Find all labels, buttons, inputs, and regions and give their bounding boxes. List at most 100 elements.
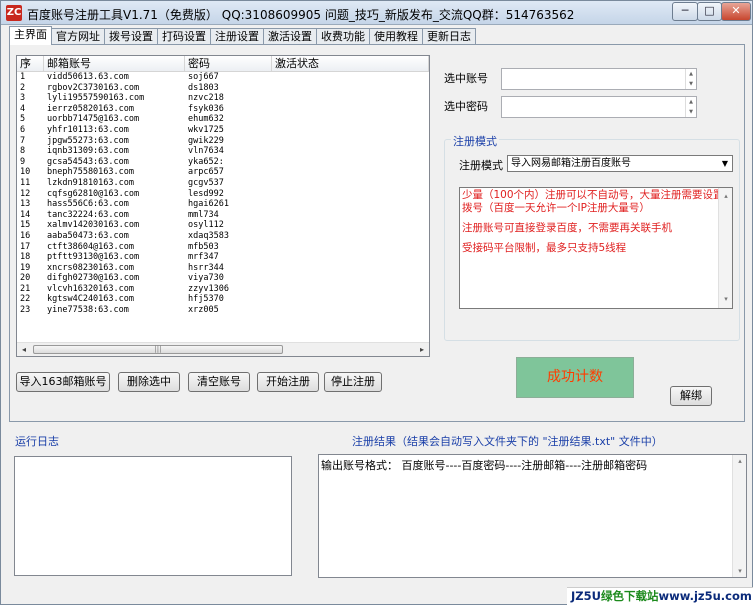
account-list[interactable]: 序 邮箱账号 密码 激活状态 1 vidd50613.63.com soj667 2 r… — [16, 55, 430, 357]
table-row[interactable]: 17 ctft38604@163.com mfb503 — [17, 242, 429, 253]
tab-tutorial[interactable]: 使用教程 — [369, 28, 423, 45]
close-button[interactable]: ✕ — [721, 2, 751, 21]
row-email: ptftt93130@163.com — [47, 252, 140, 263]
row-password: fsyk036 — [188, 103, 224, 114]
row-index: 20 — [20, 273, 31, 284]
row-index: 17 — [20, 241, 31, 252]
main-panel: 序 邮箱账号 密码 激活状态 1 vidd50613.63.com soj667 2 r… — [9, 44, 745, 422]
table-row[interactable]: 22 kgtsw4C240163.com hfj5370 — [17, 294, 429, 305]
row-activation — [272, 220, 429, 231]
column-header-index[interactable]: 序 — [17, 56, 44, 72]
row-password: xdaq3583 — [188, 230, 229, 241]
column-header-password[interactable]: 密码 — [185, 56, 272, 72]
result-scrollbar[interactable]: ▴ ▾ — [732, 455, 746, 577]
tab-changelog[interactable]: 更新日志 — [422, 28, 476, 45]
table-row[interactable]: 4 ierrz05820163.com fsyk036 — [17, 104, 429, 115]
row-activation — [272, 252, 429, 263]
row-activation — [272, 199, 429, 210]
table-row[interactable]: 20 difgh02730@163.com viya730 — [17, 273, 429, 284]
register-result-box[interactable]: 输出账号格式： 百度账号----百度密码----注册邮箱----注册邮箱密码 ▴… — [318, 454, 747, 578]
row-index: 2 — [20, 82, 26, 93]
row-email: ctft38604@163.com — [47, 241, 134, 252]
row-password: hgai6261 — [188, 199, 229, 210]
site-watermark: JZ5U绿色下载站www.jz5u.com — [567, 587, 753, 605]
row-password: ds1803 — [188, 82, 219, 93]
table-row[interactable]: 11 lzkdn91810163.com gcgv537 — [17, 178, 429, 189]
row-index: 19 — [20, 262, 31, 273]
table-row[interactable]: 2 rgbov2C3730163.com ds1803 — [17, 83, 429, 94]
table-row[interactable]: 14 tanc32224:63.com mml734 — [17, 210, 429, 221]
row-email: vidd50613.63.com — [47, 72, 129, 82]
row-email: rgbov2C3730163.com — [47, 82, 140, 93]
tab-main[interactable]: 主界面 — [9, 26, 52, 45]
row-activation — [272, 114, 429, 125]
table-row[interactable]: 13 hass556C6:63.com hgai6261 — [17, 199, 429, 210]
success-count-display: 成功计数 — [516, 357, 634, 398]
table-row[interactable]: 9 gcsa54543:63.com yka652: — [17, 157, 429, 168]
selected-password-field[interactable]: ▲ ▼ — [501, 96, 697, 118]
scroll-down-icon[interactable]: ▾ — [733, 567, 746, 575]
row-index: 14 — [20, 209, 31, 220]
tab-official-site[interactable]: 官方网址 — [51, 28, 105, 45]
row-activation — [272, 263, 429, 274]
tab-captcha-settings[interactable]: 打码设置 — [157, 28, 211, 45]
import-accounts-button[interactable]: 导入163邮箱账号 — [16, 372, 110, 392]
table-row[interactable]: 1 vidd50613.63.com soj667 — [17, 72, 429, 83]
row-index: 1 — [20, 72, 26, 82]
tab-register-settings[interactable]: 注册设置 — [210, 28, 264, 45]
row-password: xrz005 — [188, 305, 219, 316]
table-row[interactable]: 21 vlcvh16320163.com zzyv1306 — [17, 284, 429, 295]
tab-strip: 主界面 官方网址 拨号设置 打码设置 注册设置 激活设置 收费功能 使用教程 更… — [9, 26, 476, 45]
minimize-button[interactable]: ─ — [672, 2, 698, 21]
horizontal-scrollbar[interactable]: ◂ ||| ▸ — [17, 342, 429, 356]
stop-register-button[interactable]: 停止注册 — [324, 372, 382, 392]
register-notes[interactable]: 少量（100个内）注册可以不自动号，大量注册需要设置拨号（百度一天允许一个IP注… — [459, 187, 733, 309]
unbind-button[interactable]: 解绑 — [670, 386, 712, 406]
row-index: 3 — [20, 93, 26, 104]
tab-dial-settings[interactable]: 拨号设置 — [104, 28, 158, 45]
account-rows: 1 vidd50613.63.com soj667 2 rgbov2C3730163.c… — [17, 72, 429, 316]
tab-paid-features[interactable]: 收费功能 — [316, 28, 370, 45]
table-row[interactable]: 19 xncrs08230163.com hsrr344 — [17, 263, 429, 274]
tab-activation-settings[interactable]: 激活设置 — [263, 28, 317, 45]
maximize-button[interactable]: □ — [697, 2, 722, 21]
table-row[interactable]: 15 xalmv142030163.com osyl112 — [17, 220, 429, 231]
selected-account-field[interactable]: ▲ ▼ — [501, 68, 697, 90]
scroll-up-icon[interactable]: ▴ — [733, 457, 746, 465]
table-row[interactable]: 12 cqfsg62810@163.com lesd992 — [17, 189, 429, 200]
selected-account-spin-icon[interactable]: ▲ ▼ — [685, 69, 696, 89]
account-list-header: 序 邮箱账号 密码 激活状态 — [17, 56, 429, 72]
table-row[interactable]: 16 aaba50473:63.com xdaq3583 — [17, 231, 429, 242]
column-header-activation[interactable]: 激活状态 — [272, 56, 429, 72]
table-row[interactable]: 7 jpgw55273:63.com gwik229 — [17, 136, 429, 147]
run-log-box[interactable] — [14, 456, 292, 576]
selected-password-spin-icon[interactable]: ▲ ▼ — [685, 97, 696, 117]
table-row[interactable]: 3 lyli19557590163.com nzvc218 — [17, 93, 429, 104]
scroll-thumb[interactable]: ||| — [33, 345, 283, 354]
delete-selected-button[interactable]: 删除选中 — [118, 372, 180, 392]
chevron-down-icon[interactable]: ▼ — [718, 156, 732, 171]
table-row[interactable]: 6 yhfr10113:63.com wkv1725 — [17, 125, 429, 136]
register-mode-select[interactable]: 导入网易邮箱注册百度账号 ▼ — [507, 155, 733, 172]
row-index: 4 — [20, 103, 26, 114]
row-password: hfj5370 — [188, 294, 224, 305]
row-index: 8 — [20, 146, 26, 157]
table-row[interactable]: 10 bneph75580163.com arpc657 — [17, 167, 429, 178]
notes-scrollbar[interactable]: ▴ ▾ — [718, 188, 732, 308]
table-row[interactable]: 18 ptftt93130@163.com mrf347 — [17, 252, 429, 263]
row-password: lesd992 — [188, 188, 224, 199]
scroll-left-icon[interactable]: ◂ — [17, 343, 31, 356]
row-password: gcgv537 — [188, 177, 224, 188]
row-password: nzvc218 — [188, 93, 224, 104]
table-row[interactable]: 23 yine77538:63.com xrz005 — [17, 305, 429, 316]
scroll-down-icon[interactable]: ▾ — [719, 293, 732, 306]
table-row[interactable]: 5 uorbb71475@163.com ehum632 — [17, 114, 429, 125]
row-activation — [272, 242, 429, 253]
column-header-email[interactable]: 邮箱账号 — [44, 56, 185, 72]
scroll-right-icon[interactable]: ▸ — [415, 343, 429, 356]
table-row[interactable]: 8 iqnb31309:63.com vln7634 — [17, 146, 429, 157]
clear-accounts-button[interactable]: 清空账号 — [188, 372, 250, 392]
start-register-button[interactable]: 开始注册 — [257, 372, 319, 392]
scroll-up-icon[interactable]: ▴ — [719, 190, 732, 203]
row-activation — [272, 125, 429, 136]
